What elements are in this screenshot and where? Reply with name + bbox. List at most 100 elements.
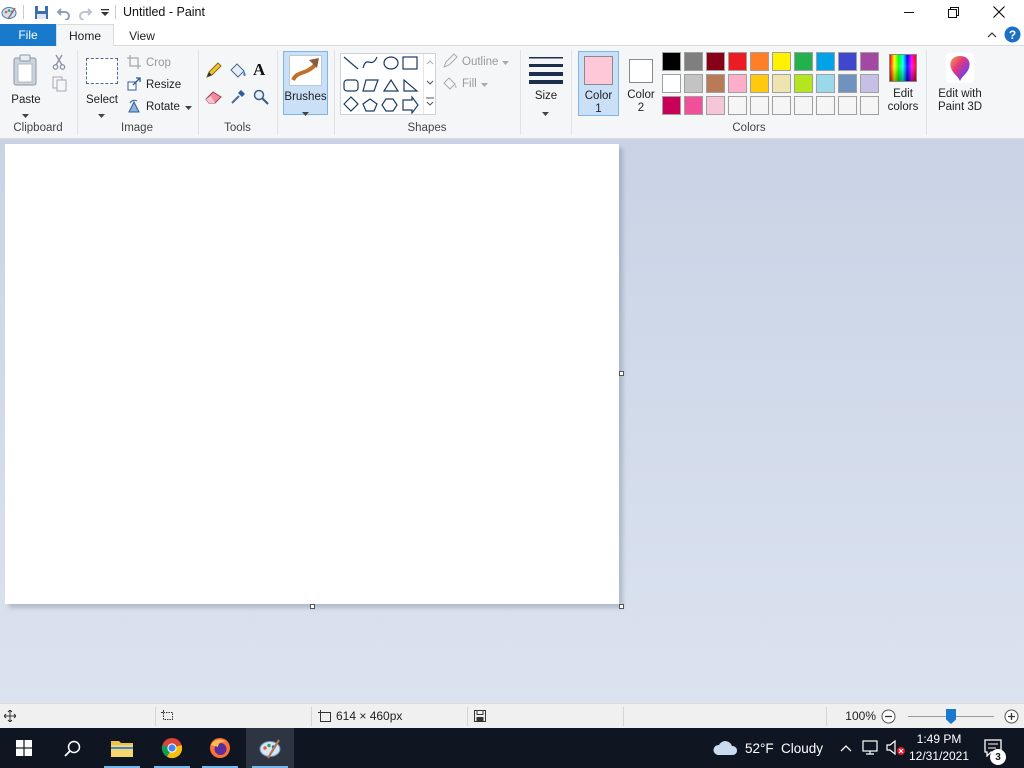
resize-handle-right[interactable] (619, 371, 624, 376)
canvas-dimensions: 614 × 460px (336, 709, 403, 723)
weather-temperature[interactable]: 52°F (745, 741, 774, 756)
paint3d-label-line1: Edit with (938, 88, 982, 100)
customize-dropdown-icon[interactable] (96, 3, 114, 21)
minimize-button[interactable] (886, 0, 932, 24)
palette-swatch[interactable] (750, 52, 769, 71)
palette-swatch[interactable] (728, 96, 747, 115)
zoom-slider-thumb[interactable] (946, 709, 956, 724)
palette-swatch[interactable] (794, 74, 813, 93)
divider (23, 5, 24, 19)
edit-colors-button[interactable]: Edit colors (884, 50, 922, 116)
zoom-out-button[interactable] (881, 709, 896, 727)
color-picker-icon[interactable] (230, 88, 246, 108)
palette-swatch[interactable] (838, 52, 857, 71)
brushes-button[interactable]: Brushes (283, 51, 328, 116)
palette-swatch[interactable] (662, 96, 681, 115)
palette-swatch[interactable] (684, 96, 703, 115)
cut-icon[interactable] (52, 54, 66, 73)
weather-condition[interactable]: Cloudy (781, 741, 823, 756)
zoom-slider[interactable] (908, 709, 994, 724)
tab-view[interactable]: View (116, 24, 168, 47)
palette-swatch[interactable] (706, 96, 725, 115)
palette-swatch[interactable] (772, 74, 791, 93)
chrome-button[interactable] (148, 728, 196, 768)
paste-icon (12, 54, 40, 89)
resize-button[interactable]: Resize (127, 76, 181, 93)
palette-swatch[interactable] (816, 52, 835, 71)
magnifier-icon[interactable] (253, 89, 269, 108)
copy-icon[interactable] (52, 76, 68, 95)
help-icon[interactable]: ? (1004, 26, 1021, 46)
crop-button[interactable]: Crop (127, 54, 171, 72)
chevron-down-icon (22, 108, 29, 122)
clock-date[interactable]: 12/31/2021 (906, 749, 972, 763)
start-button[interactable] (0, 728, 48, 768)
palette-swatch[interactable] (838, 96, 857, 115)
palette-swatch[interactable] (860, 52, 879, 71)
shapes-scroll[interactable] (423, 54, 435, 114)
redo-icon[interactable] (76, 3, 94, 21)
palette-swatch[interactable] (728, 52, 747, 71)
cloud-icon[interactable] (712, 738, 738, 759)
palette-swatch[interactable] (860, 96, 879, 115)
palette-swatch[interactable] (684, 74, 703, 93)
palette-swatch[interactable] (750, 96, 769, 115)
fill-label: Fill (462, 77, 477, 90)
outline-button[interactable]: Outline (442, 52, 510, 70)
save-icon[interactable] (32, 3, 50, 21)
palette-swatch[interactable] (838, 74, 857, 93)
paste-button[interactable]: Paste (4, 50, 48, 118)
firefox-button[interactable] (196, 728, 244, 768)
clock-time[interactable]: 1:49 PM (906, 732, 972, 746)
resize-handle-corner[interactable] (619, 604, 624, 609)
close-button[interactable] (976, 0, 1022, 24)
crop-icon (127, 54, 141, 72)
palette-swatch[interactable] (662, 52, 681, 71)
undo-icon[interactable] (54, 3, 72, 21)
palette-swatch[interactable] (794, 96, 813, 115)
network-icon[interactable] (862, 740, 880, 759)
palette-swatch[interactable] (728, 74, 747, 93)
select-button[interactable]: Select (82, 50, 122, 118)
eraser-icon[interactable] (205, 90, 223, 107)
text-tool-icon[interactable]: A (253, 60, 265, 80)
palette-swatch[interactable] (706, 52, 725, 71)
tab-file[interactable]: File (0, 24, 56, 46)
palette-swatch[interactable] (816, 74, 835, 93)
palette-swatch[interactable] (750, 74, 769, 93)
fill-button[interactable]: Fill (442, 76, 488, 92)
edit-with-paint3d-button[interactable]: Edit with Paint 3D (932, 50, 988, 116)
file-explorer-button[interactable] (98, 728, 146, 768)
shapes-gallery[interactable] (340, 53, 436, 115)
palette-swatch[interactable] (772, 52, 791, 71)
paint-taskbar-button[interactable] (246, 728, 294, 768)
chevron-up-icon[interactable] (840, 742, 852, 756)
palette-swatch[interactable] (706, 74, 725, 93)
palette-swatch[interactable] (816, 96, 835, 115)
palette-swatch[interactable] (860, 74, 879, 93)
chrome-icon (161, 738, 183, 759)
drawing-canvas[interactable] (5, 144, 619, 604)
color1-swatch (584, 56, 613, 85)
pencil-icon[interactable] (205, 62, 222, 82)
window-title: Untitled - Paint (123, 5, 205, 19)
size-button[interactable]: Size (526, 50, 566, 116)
restore-button[interactable] (930, 0, 976, 24)
volume-muted-icon[interactable] (886, 739, 906, 760)
color2-button[interactable]: Color 2 (622, 51, 660, 116)
palette-swatch[interactable] (684, 52, 703, 71)
fill-icon (442, 75, 458, 94)
resize-handle-bottom[interactable] (310, 604, 315, 609)
fill-bucket-icon[interactable] (229, 62, 247, 82)
minimize-ribbon-icon[interactable] (986, 29, 998, 44)
color1-button[interactable]: Color 1 (578, 51, 619, 116)
rotate-button[interactable]: Rotate (127, 99, 192, 115)
search-button[interactable] (48, 728, 96, 768)
tab-home[interactable]: Home (56, 24, 114, 47)
palette-swatch[interactable] (794, 52, 813, 71)
divider (311, 707, 312, 726)
palette-swatch[interactable] (772, 96, 791, 115)
palette-swatch[interactable] (662, 74, 681, 93)
paint-app-icon[interactable] (0, 3, 18, 21)
zoom-in-button[interactable] (1004, 709, 1019, 727)
